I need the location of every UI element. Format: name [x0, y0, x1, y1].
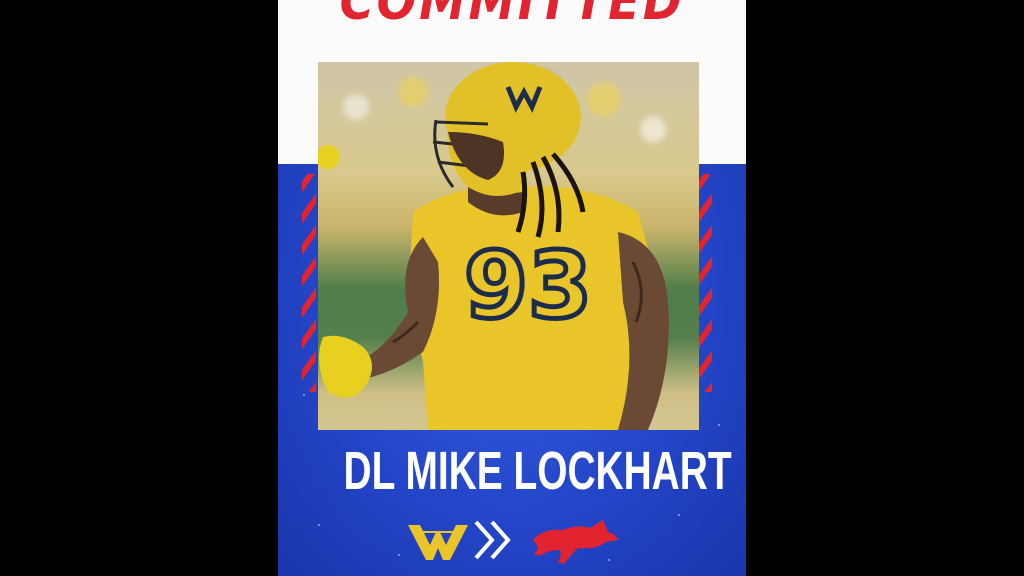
right-accent-stripes	[698, 174, 712, 392]
player-illustration: 93	[318, 62, 669, 430]
headline-committed: COMMITTED	[339, 0, 685, 32]
commitment-graphic: COMMITTED 93 DL MIKE LOCKHART	[278, 0, 746, 576]
smu-mustang-logo	[533, 520, 618, 564]
video-frame: COMMITTED 93 DL MIKE LOCKHART	[0, 0, 1024, 576]
player-photo: 93	[318, 62, 699, 430]
double-chevron-right-icon	[474, 520, 511, 560]
jersey-number: 93	[464, 232, 592, 339]
player-name: DL MIKE LOCKHART	[343, 441, 732, 501]
transfer-logos	[408, 520, 618, 564]
left-accent-stripes	[302, 174, 316, 392]
wvu-flying-wv-logo	[408, 525, 468, 560]
